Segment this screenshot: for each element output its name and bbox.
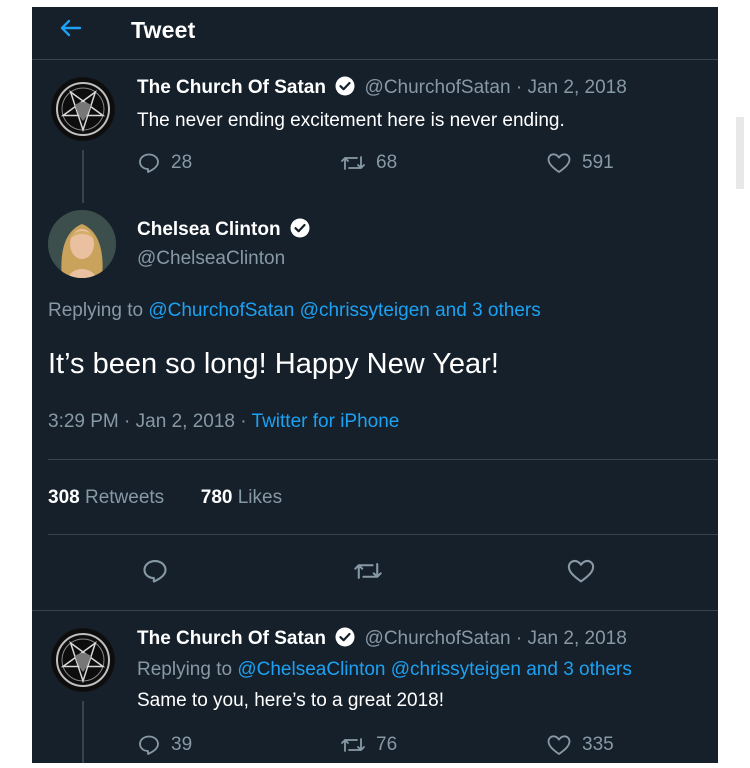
retweet-button[interactable] (353, 557, 393, 585)
avatar[interactable] (48, 210, 116, 278)
thread-line (82, 150, 84, 203)
reply-count: 39 (171, 734, 193, 755)
pentagram-avatar (52, 78, 114, 140)
tweet-time[interactable]: 3:29 PM (48, 411, 119, 432)
author-name[interactable]: The Church Of Satan (137, 77, 326, 98)
author-handle[interactable]: @ChurchofSatan (365, 628, 511, 649)
reply-icon (139, 153, 159, 173)
pentagram-avatar (52, 629, 114, 691)
tweet-page: Tweet The Church Of Satan @ChurchofSatan… (32, 7, 718, 763)
retweet-button[interactable]: 68 (340, 151, 397, 175)
replying-to-link[interactable]: @ChurchofSatan @chrissyteigen and 3 othe… (148, 300, 540, 321)
meta-divider (48, 459, 718, 460)
replying-to-label: Replying to (48, 300, 144, 321)
avatar[interactable] (51, 628, 115, 692)
scroll-edge (736, 117, 744, 189)
retweet-count: 76 (376, 734, 398, 755)
reply-button[interactable]: 39 (137, 733, 192, 757)
author-handle[interactable]: @ChurchofSatan (365, 77, 511, 98)
retweet-total: 308 (48, 487, 80, 508)
reply-tweet-header: The Church Of Satan @ChurchofSatan · Jan… (137, 627, 627, 650)
main-tweet-name: Chelsea Clinton (137, 218, 314, 241)
back-arrow-icon (60, 19, 82, 37)
retweets-stat[interactable]: 308 Retweets (48, 487, 169, 508)
author-name[interactable]: Chelsea Clinton (137, 219, 281, 240)
tweet-date[interactable]: Jan 2, 2018 (527, 77, 626, 98)
page-title: Tweet (131, 17, 196, 43)
retweet-icon (354, 563, 382, 579)
like-label: Likes (237, 487, 283, 508)
tweet-divider (32, 610, 718, 611)
reply-icon (139, 735, 159, 755)
like-button[interactable]: 335 (546, 733, 614, 757)
dot-separator: · (515, 77, 528, 98)
verified-badge-icon (335, 76, 355, 96)
replying-to: Replying to @ChelseaClinton @chrissyteig… (137, 659, 632, 681)
like-icon (547, 153, 571, 173)
main-tweet-text: It’s been so long! Happy New Year! (48, 348, 499, 380)
replying-to-link[interactable]: @ChelseaClinton @chrissyteigen and 3 oth… (237, 659, 632, 680)
tweet-source[interactable]: Twitter for iPhone (252, 411, 400, 432)
like-button[interactable]: 591 (546, 151, 614, 175)
avatar[interactable] (51, 77, 115, 141)
like-total: 780 (200, 487, 233, 508)
header-divider (32, 59, 718, 60)
verified-badge-icon (335, 627, 355, 647)
stats-divider (48, 534, 718, 535)
replying-to-label: Replying to (137, 659, 233, 680)
tweet-date[interactable]: Jan 2, 2018 (527, 628, 626, 649)
author-name[interactable]: The Church Of Satan (137, 628, 326, 649)
likes-stat[interactable]: 780 Likes (201, 487, 282, 508)
retweet-icon (341, 156, 365, 170)
header-bar: Tweet (32, 7, 718, 52)
back-button[interactable] (56, 13, 86, 43)
like-count: 335 (582, 734, 614, 755)
tweet-date[interactable]: Jan 2, 2018 (136, 411, 235, 432)
dot-separator: · (240, 411, 252, 432)
retweet-icon (341, 738, 365, 752)
reply-button[interactable] (141, 557, 179, 585)
like-icon (567, 559, 595, 583)
retweet-button[interactable]: 76 (340, 733, 397, 757)
dot-separator: · (124, 411, 136, 432)
reply-icon (143, 560, 167, 583)
parent-tweet-text: The never ending excitement here is neve… (137, 110, 565, 131)
retweet-count: 68 (376, 152, 398, 173)
tweet-meta: 3:29 PM · Jan 2, 2018 · Twitter for iPho… (48, 411, 399, 433)
author-handle[interactable]: @ChelseaClinton (137, 248, 285, 270)
reply-count: 28 (171, 152, 193, 173)
thread-line (82, 701, 84, 763)
profile-photo (48, 210, 116, 278)
parent-tweet-header: The Church Of Satan @ChurchofSatan · Jan… (137, 76, 627, 99)
reply-button[interactable]: 28 (137, 151, 192, 175)
like-icon (547, 735, 571, 755)
reply-tweet-text: Same to you, here’s to a great 2018! (137, 690, 445, 711)
like-button[interactable] (566, 557, 606, 585)
retweet-label: Retweets (84, 487, 165, 508)
verified-badge-icon (290, 218, 310, 238)
like-count: 591 (582, 152, 614, 173)
dot-separator: · (515, 628, 528, 649)
engagement-stats: 308 Retweets 780 Likes (48, 487, 282, 509)
replying-to: Replying to @ChurchofSatan @chrissyteige… (48, 300, 541, 322)
